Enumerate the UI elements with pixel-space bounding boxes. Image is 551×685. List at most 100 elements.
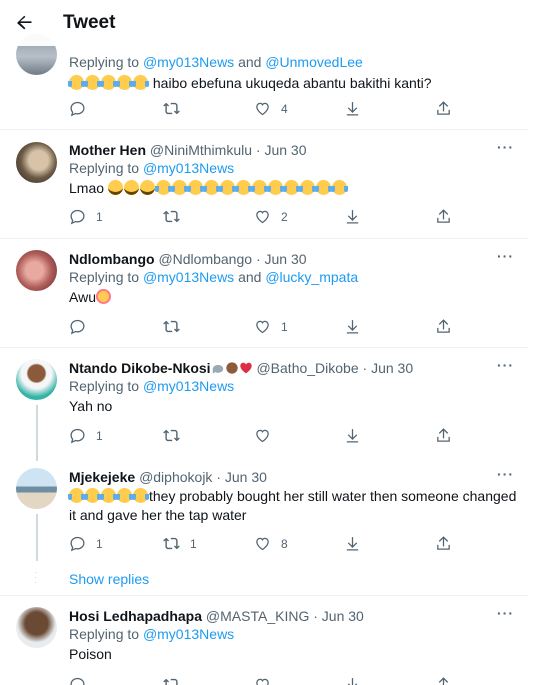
tweet-header: Ndlombango @Ndlombango · Jun 30 bbox=[69, 251, 307, 267]
tweet-date[interactable]: Jun 30 bbox=[371, 360, 413, 376]
download-button[interactable] bbox=[344, 318, 361, 335]
back-button[interactable] bbox=[6, 5, 42, 41]
reply-icon bbox=[70, 209, 85, 225]
tweet-actions bbox=[69, 676, 459, 685]
download-button[interactable] bbox=[344, 427, 361, 444]
elephant-emoji-icon bbox=[212, 364, 223, 374]
reply-button[interactable]: 1 bbox=[69, 535, 103, 552]
mention-link[interactable]: @my013News bbox=[143, 160, 234, 176]
tweet-actions: 1 2 bbox=[69, 208, 459, 228]
like-button[interactable]: 4 bbox=[254, 100, 288, 117]
author-name[interactable]: Ndlombango bbox=[69, 251, 155, 267]
more-options-button[interactable]: ··· bbox=[497, 605, 514, 621]
retweet-button[interactable] bbox=[163, 676, 180, 685]
more-options-button[interactable]: ··· bbox=[497, 139, 514, 155]
avatar[interactable] bbox=[16, 468, 57, 509]
share-button[interactable] bbox=[435, 100, 452, 117]
mention-link[interactable]: @my013News bbox=[143, 626, 234, 642]
replying-to: Replying to @my013News bbox=[69, 378, 235, 394]
tweet-item[interactable]: Ntando Dikobe-Nkosi @Batho_Dikobe · Jun … bbox=[0, 348, 528, 457]
tweet-date[interactable]: Jun 30 bbox=[225, 469, 267, 485]
reply-button[interactable] bbox=[69, 318, 96, 335]
like-button[interactable] bbox=[254, 427, 281, 444]
tired-face-emoji-icon bbox=[139, 180, 155, 195]
tweet-date[interactable]: Jun 30 bbox=[265, 251, 307, 267]
share-button[interactable] bbox=[435, 318, 452, 335]
share-icon bbox=[437, 101, 450, 115]
mention-link[interactable]: @my013News bbox=[143, 54, 234, 70]
like-button[interactable]: 8 bbox=[254, 535, 288, 552]
replying-to: Replying to @my013News and @lucky_mpata bbox=[69, 269, 359, 285]
tweet-item[interactable]: Hosi Ledhapadhapa @MASTA_KING · Jun 30 ·… bbox=[0, 596, 528, 685]
author-name[interactable]: Mother Hen bbox=[69, 142, 146, 158]
author-handle[interactable]: @MASTA_KING bbox=[206, 608, 309, 624]
tweet-header: Mother Hen @NiniMthimkulu · Jun 30 bbox=[69, 142, 307, 158]
share-button[interactable] bbox=[435, 208, 452, 225]
joy-emoji-icon bbox=[132, 75, 149, 90]
joy-emoji-icon bbox=[84, 75, 101, 90]
heart-emoji-icon bbox=[239, 362, 252, 374]
avatar[interactable] bbox=[16, 250, 57, 291]
avatar[interactable] bbox=[16, 359, 57, 400]
page-title: Tweet bbox=[63, 12, 116, 33]
author-name[interactable]: Hosi Ledhapadhapa bbox=[69, 608, 202, 624]
download-icon bbox=[346, 210, 359, 224]
reply-button[interactable] bbox=[69, 676, 86, 685]
retweet-button[interactable] bbox=[163, 100, 190, 117]
like-button[interactable] bbox=[254, 676, 271, 685]
share-button[interactable] bbox=[435, 535, 452, 552]
mention-link[interactable]: @UnmovedLee bbox=[265, 54, 363, 70]
tweet-item[interactable]: Ndlombango @Ndlombango · Jun 30 ··· Repl… bbox=[0, 239, 528, 348]
show-replies-link[interactable]: Show replies bbox=[69, 571, 149, 587]
like-button[interactable]: 1 bbox=[254, 318, 288, 335]
share-button[interactable] bbox=[435, 427, 452, 444]
joy-emoji-icon bbox=[282, 180, 300, 195]
author-name[interactable]: Mjekejeke bbox=[69, 469, 135, 485]
tweet-item[interactable]: Mjekejeke @diphokojk · Jun 30 ··· they p… bbox=[0, 457, 528, 561]
reply-button[interactable]: 1 bbox=[69, 208, 103, 225]
share-button[interactable] bbox=[435, 676, 452, 685]
like-button[interactable]: 2 bbox=[254, 208, 288, 225]
share-icon bbox=[437, 536, 450, 550]
joy-emoji-icon bbox=[186, 180, 204, 195]
reply-button[interactable] bbox=[69, 100, 96, 117]
more-options-button[interactable]: ··· bbox=[497, 248, 514, 264]
retweet-button[interactable] bbox=[163, 208, 190, 225]
retweet-button[interactable]: 1 bbox=[163, 535, 197, 552]
download-button[interactable] bbox=[344, 100, 361, 117]
download-icon bbox=[346, 537, 359, 551]
mention-link[interactable]: @my013News bbox=[143, 378, 234, 394]
joy-emoji-icon bbox=[68, 488, 85, 503]
tweet-text: Poison bbox=[69, 646, 112, 662]
more-options-button[interactable]: ··· bbox=[497, 466, 514, 482]
tweet-date[interactable]: Jun 30 bbox=[322, 608, 364, 624]
scrollbar[interactable] bbox=[539, 46, 551, 685]
share-icon bbox=[437, 209, 450, 223]
download-button[interactable] bbox=[344, 535, 361, 552]
tweet-text: Lmao bbox=[69, 179, 514, 198]
author-handle[interactable]: @NiniMthimkulu bbox=[150, 142, 252, 158]
author-handle[interactable]: @diphokojk bbox=[139, 469, 212, 485]
joy-emoji-icon bbox=[314, 180, 332, 195]
tweet-text: haibo ebefuna ukuqeda abantu bakithi kan… bbox=[68, 74, 514, 93]
retweet-button[interactable] bbox=[163, 318, 190, 335]
more-options-button[interactable]: ··· bbox=[497, 357, 514, 373]
joy-emoji-icon bbox=[330, 180, 348, 195]
author-name[interactable]: Ntando Dikobe-Nkosi bbox=[69, 360, 211, 376]
retweet-button[interactable] bbox=[163, 427, 190, 444]
mention-link[interactable]: @my013News bbox=[143, 269, 234, 285]
tweet-item[interactable]: Mother Hen @NiniMthimkulu · Jun 30 ··· R… bbox=[0, 130, 528, 239]
author-handle[interactable]: @Ndlombango bbox=[158, 251, 252, 267]
avatar[interactable] bbox=[16, 607, 57, 648]
download-button[interactable] bbox=[344, 208, 361, 225]
author-handle[interactable]: @Batho_Dikobe bbox=[256, 360, 358, 376]
reply-button[interactable]: 1 bbox=[69, 427, 103, 444]
download-icon bbox=[347, 678, 358, 685]
replying-to: Replying to @my013News bbox=[69, 160, 235, 176]
tweet-date[interactable]: Jun 30 bbox=[264, 142, 306, 158]
mention-link[interactable]: @lucky_mpata bbox=[265, 269, 358, 285]
like-icon bbox=[256, 678, 269, 685]
joy-emoji-icon bbox=[170, 180, 188, 195]
download-button[interactable] bbox=[344, 676, 361, 685]
avatar[interactable] bbox=[16, 142, 57, 183]
